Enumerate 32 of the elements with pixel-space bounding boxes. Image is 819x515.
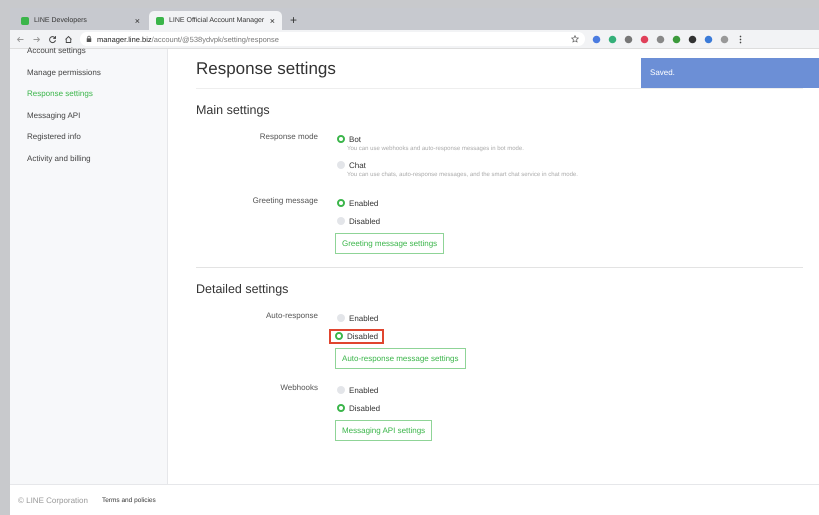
favicon-icon bbox=[156, 16, 164, 24]
back-icon[interactable] bbox=[16, 34, 25, 44]
forward-icon[interactable] bbox=[32, 34, 41, 44]
sidebar-item[interactable]: Messaging API bbox=[27, 110, 167, 120]
radio-option[interactable]: Disabled bbox=[333, 214, 384, 228]
section-title: Detailed settings bbox=[196, 281, 290, 298]
close-tab-button[interactable]: × bbox=[270, 16, 275, 26]
sidebar-item[interactable]: Account settings bbox=[27, 46, 167, 56]
home-icon[interactable] bbox=[64, 34, 73, 44]
setting-label: Auto-response bbox=[264, 310, 319, 322]
radio-option[interactable]: Enabled bbox=[333, 382, 382, 398]
star-icon[interactable] bbox=[571, 35, 579, 43]
radio-option[interactable]: Bot bbox=[333, 132, 366, 146]
lock-icon bbox=[86, 35, 92, 43]
setting-label: Greeting message bbox=[252, 195, 319, 207]
setting-label: Webhooks bbox=[279, 382, 319, 394]
sidebar-item[interactable]: Registered info bbox=[27, 132, 167, 142]
radio-option[interactable]: Enabled bbox=[333, 196, 382, 210]
toast: Saved. bbox=[641, 58, 819, 88]
reload-icon[interactable] bbox=[48, 34, 57, 44]
radio-option[interactable]: Chat bbox=[333, 158, 370, 172]
radio-option[interactable]: Enabled bbox=[333, 310, 382, 326]
favicon-icon bbox=[21, 16, 29, 24]
setting-label: Response mode bbox=[258, 131, 319, 143]
section-title: Main settings bbox=[196, 102, 271, 119]
radio-option[interactable]: Disabled bbox=[333, 400, 384, 416]
new-tab-button[interactable]: + bbox=[284, 13, 304, 30]
sidebar-item[interactable]: Activity and billing bbox=[27, 154, 167, 164]
copyright-text: © LINE Corporation bbox=[18, 496, 88, 504]
highlighted-radio-option[interactable]: Disabled bbox=[329, 328, 384, 344]
close-tab-button[interactable]: × bbox=[134, 16, 140, 26]
sidebar-item[interactable]: Manage permissions bbox=[27, 68, 167, 78]
